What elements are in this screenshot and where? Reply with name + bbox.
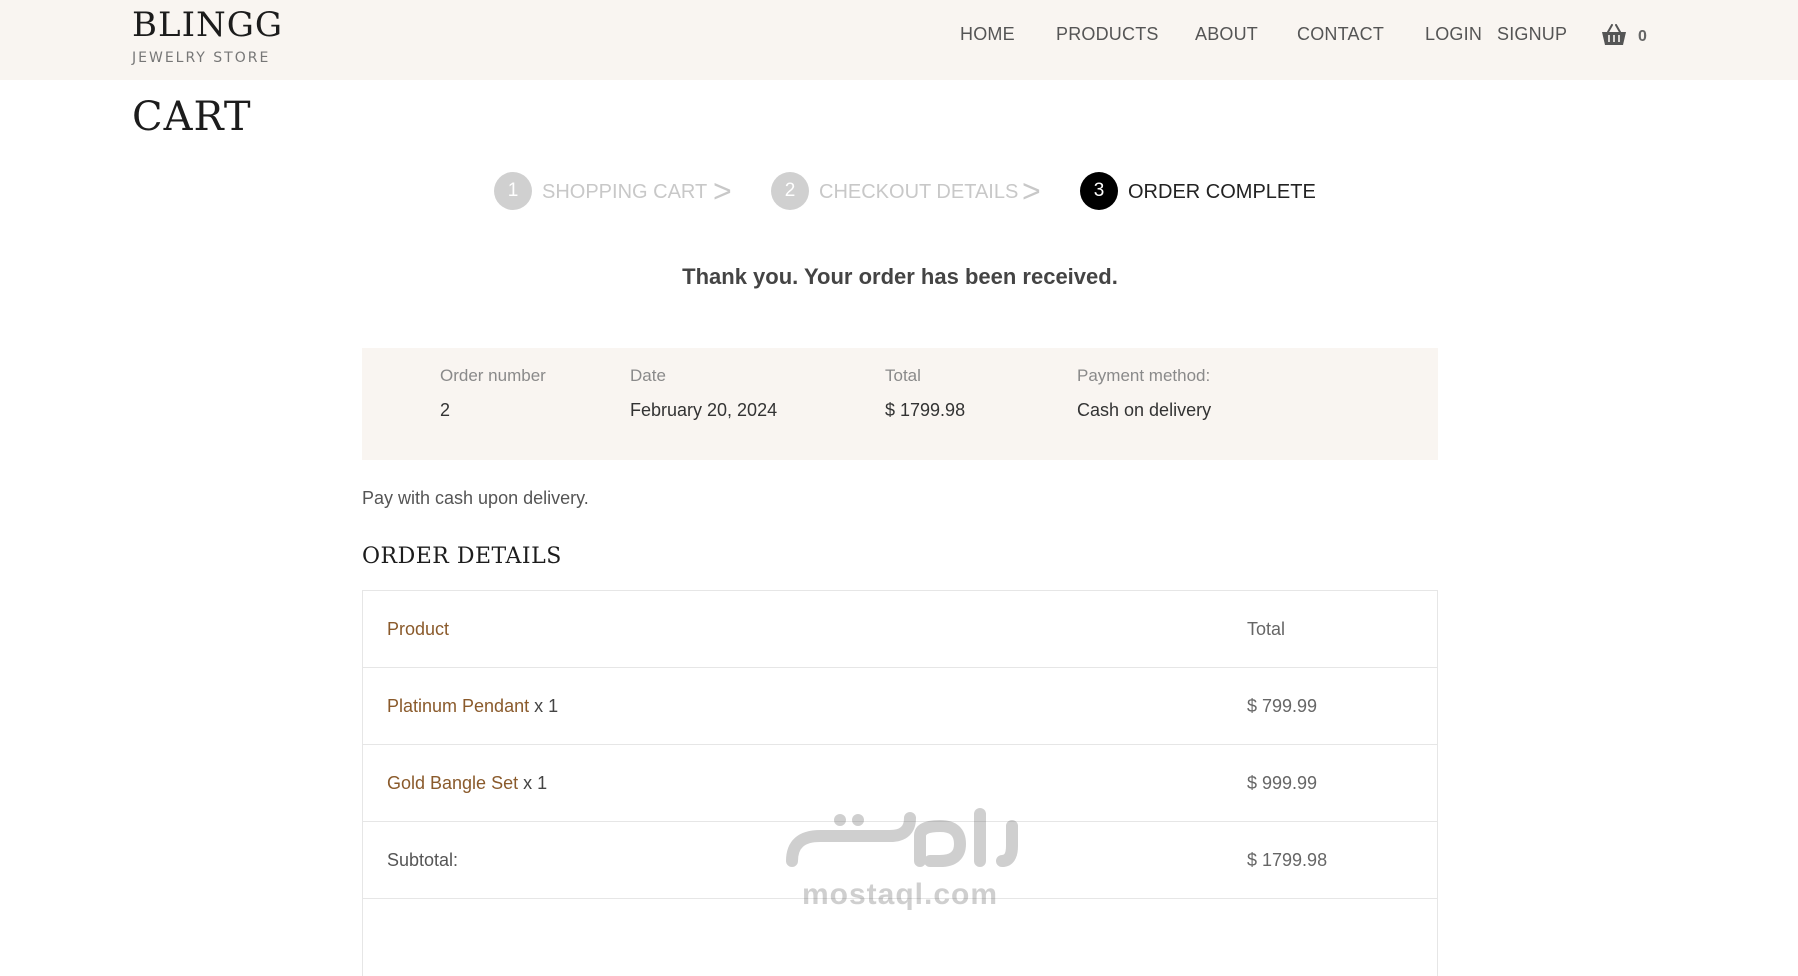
step-number: 3 (1080, 172, 1118, 210)
step-label: CHECKOUT DETAILS (819, 181, 1019, 203)
product-cell: Gold Bangle Set x 1 (387, 773, 547, 794)
table-row: Platinum Pendant x 1 $ 799.99 (363, 668, 1437, 745)
order-details-heading: ORDER DETAILS (362, 544, 562, 569)
watermark-text: mostaql.com (801, 878, 999, 911)
summary-label: Date (630, 366, 666, 385)
summary-label: Order number (440, 366, 546, 385)
step-label: ORDER COMPLETE (1128, 181, 1316, 203)
column-header-total: Total (1247, 619, 1286, 639)
summary-total: Total $ 1799.98 (885, 366, 965, 421)
subtotal-value: $ 1799.98 (1247, 850, 1328, 870)
site-header: BLINGG JEWELRY STORE HOME PRODUCTS ABOUT… (0, 0, 1798, 80)
summary-date: Date February 20, 2024 (630, 366, 777, 421)
product-link[interactable]: Platinum Pendant (387, 696, 529, 716)
order-summary: Order number 2 Date February 20, 2024 To… (362, 348, 1438, 460)
product-quantity: x 1 (523, 773, 548, 793)
product-total: $ 999.99 (1247, 773, 1318, 793)
step-separator-icon: > (713, 173, 732, 209)
watermark: mostaql.com (780, 806, 1020, 912)
step-separator-icon: > (1022, 173, 1041, 209)
page-title: CART (132, 94, 252, 140)
product-cell: Platinum Pendant x 1 (387, 696, 558, 717)
nav-products[interactable]: PRODUCTS (1056, 24, 1159, 45)
step-number: 2 (771, 172, 809, 210)
nav-home[interactable]: HOME (960, 24, 1015, 45)
order-details-table: Product Total Platinum Pendant x 1 $ 799… (362, 590, 1438, 976)
summary-order-number: Order number 2 (440, 366, 546, 421)
summary-label: Payment method: (1077, 366, 1211, 385)
nav-signup[interactable]: SIGNUP (1497, 24, 1567, 45)
summary-payment-method: Payment method: Cash on delivery (1077, 366, 1211, 421)
main-nav: HOME PRODUCTS ABOUT CONTACT LOGIN SIGNUP (0, 24, 1798, 48)
summary-label: Total (885, 366, 921, 385)
nav-login[interactable]: LOGIN (1425, 24, 1482, 45)
summary-value: $ 1799.98 (885, 400, 966, 420)
subtotal-label: Subtotal: (387, 850, 459, 870)
nav-contact[interactable]: CONTACT (1297, 24, 1384, 45)
product-link[interactable]: Gold Bangle Set (387, 773, 518, 793)
summary-value: Cash on delivery (1077, 400, 1212, 420)
step-number: 1 (494, 172, 532, 210)
column-header-product: Product (387, 619, 450, 639)
table-header-row: Product Total (363, 591, 1437, 668)
nav-about[interactable]: ABOUT (1195, 24, 1258, 45)
logo-subtitle: JEWELRY STORE (132, 50, 271, 66)
cart-count-badge[interactable]: 0 (1638, 28, 1647, 46)
summary-value: February 20, 2024 (630, 400, 778, 420)
watermark-logo-icon (786, 808, 1018, 867)
product-quantity: x 1 (534, 696, 559, 716)
thank-you-message: Thank you. Your order has been received. (682, 264, 1118, 289)
basket-icon[interactable] (1601, 24, 1627, 46)
payment-note: Pay with cash upon delivery. (362, 488, 589, 508)
step-label: SHOPPING CART (542, 181, 708, 203)
summary-value: 2 (440, 400, 451, 420)
product-total: $ 799.99 (1247, 696, 1318, 716)
